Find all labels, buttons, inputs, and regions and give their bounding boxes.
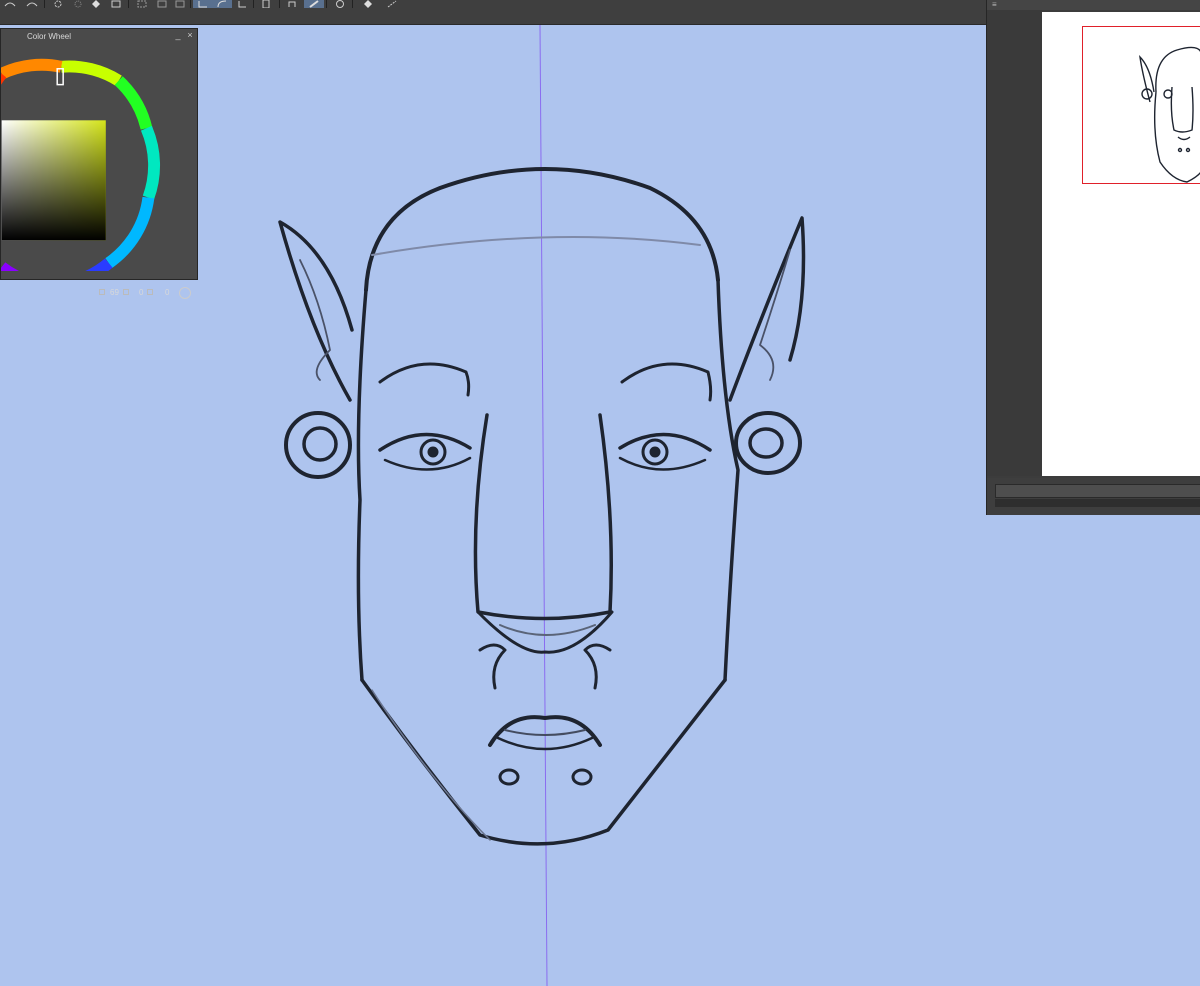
ruler-button[interactable] [212,0,232,8]
ruler-icon [217,0,227,8]
shape-icon [336,0,344,8]
fill-bucket-icon [364,0,372,8]
navigator-gutter [987,10,1042,476]
undo-button[interactable] [0,0,20,8]
toolbar-divider [352,0,353,8]
saturation-icon [123,289,129,295]
hue-icon [99,289,105,295]
navigator-panel: ≡ [986,0,1200,515]
close-button[interactable]: × [185,29,195,41]
clear-button[interactable] [68,0,88,8]
toolbar-divider [128,0,129,8]
mobile-button[interactable] [256,0,276,8]
pen-icon [309,0,319,8]
invert-selection-icon [175,0,185,8]
lasso-icon [198,1,207,8]
zoom-slider[interactable] [995,484,1200,498]
toolbar-divider [326,0,327,8]
lasso-button[interactable] [193,0,213,8]
loading-button[interactable] [48,0,68,8]
hue-wheel[interactable] [1,41,161,271]
minimize-button[interactable]: _ [173,29,183,41]
toolbar-divider [190,0,191,8]
loading-icon [54,0,62,8]
color-mode-icon[interactable] [179,287,191,299]
rotate-slider[interactable] [995,499,1200,507]
fill-bucket-button[interactable] [358,0,378,8]
mobile-icon [262,0,270,8]
color-wheel-panel: Color Wheel _ × 69 0 0 [0,28,198,299]
toolbar-divider [279,0,280,8]
hand-button[interactable] [282,0,302,8]
pen-button[interactable] [304,0,324,8]
redo-button[interactable] [22,0,42,8]
deselect-icon [157,0,167,8]
brush-icon [387,0,397,8]
invert-selection-button[interactable] [170,0,190,8]
clear-icon [74,0,82,8]
value-value: 0 [165,288,170,297]
select-all-button[interactable] [132,0,152,8]
toolbar-divider [44,0,45,8]
panel-title: Color Wheel [27,32,72,41]
transform-button[interactable] [106,0,126,8]
transform-icon [111,0,121,8]
select-all-icon [137,0,147,8]
deselect-button[interactable] [152,0,172,8]
toolbar-divider [253,0,254,8]
fill-button[interactable] [86,0,106,8]
viewport-indicator[interactable] [1082,26,1200,184]
undo-icon [4,2,16,7]
hand-icon [288,1,296,7]
snap-icon [238,1,246,8]
value-icon [147,289,153,295]
shape-button[interactable] [330,0,350,8]
hue-value: 69 [110,288,119,297]
panel-header: ≡ [987,0,1200,10]
saturation-value: 0 [139,288,144,297]
menu-icon[interactable]: ≡ [992,0,997,10]
snap-button[interactable] [232,0,252,8]
brush-button[interactable] [382,0,402,8]
redo-icon [26,2,38,7]
fill-icon [92,0,100,8]
